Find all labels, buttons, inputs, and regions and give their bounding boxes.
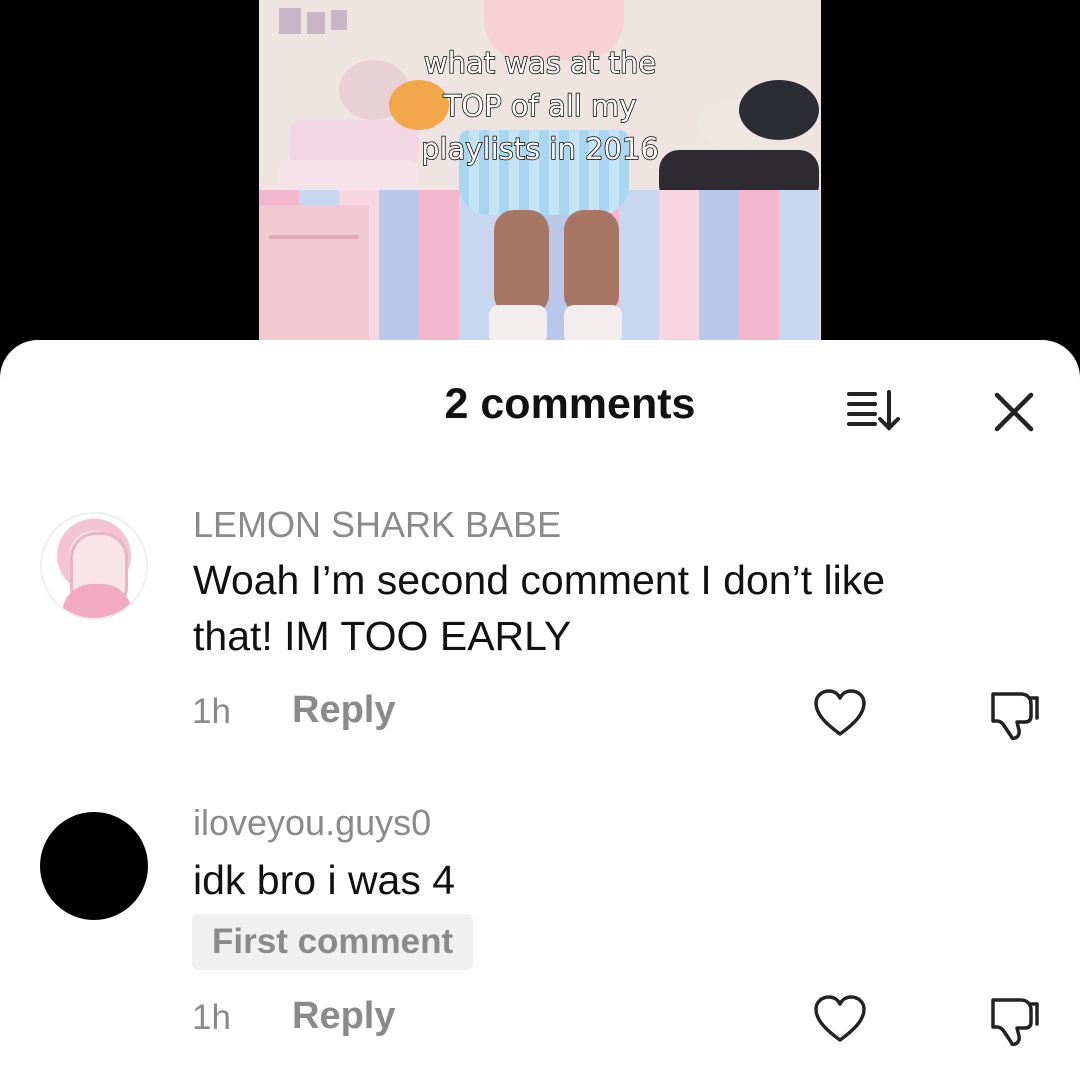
comment-item: iloveyou.guys0 idk bro i was 4 First com… — [0, 802, 1080, 1072]
comment-timestamp: 1h — [192, 998, 231, 1037]
app-root: what was at the TOP of all my playlists … — [0, 0, 1080, 1081]
first-comment-badge: First comment — [192, 914, 474, 970]
heart-icon[interactable] — [812, 994, 868, 1046]
comment-text-line: that! IM TOO EARLY — [193, 613, 572, 659]
wall-poster — [331, 10, 347, 30]
comments-title: 2 comments — [444, 380, 696, 428]
heart-icon[interactable] — [812, 688, 868, 740]
reply-button[interactable]: Reply — [292, 689, 395, 732]
thumbs-down-icon[interactable] — [985, 686, 1041, 742]
comment-item: LEMON SHARK BABE Woah I’m second comment… — [0, 500, 1080, 750]
person-sock — [489, 305, 547, 345]
thumbs-down-icon[interactable] — [985, 992, 1041, 1048]
person-leg — [494, 210, 549, 315]
sort-icon[interactable] — [845, 388, 907, 434]
caption-line: TOP of all my — [443, 88, 637, 124]
reply-button[interactable]: Reply — [292, 995, 395, 1038]
avatar[interactable] — [40, 512, 148, 620]
person-sock — [564, 305, 622, 345]
comment-text: Woah I’m second comment I don’t like tha… — [193, 552, 1033, 664]
avatar[interactable] — [40, 812, 148, 920]
comment-username[interactable]: LEMON SHARK BABE — [193, 504, 561, 546]
comment-text-line: idk bro i was 4 — [193, 857, 456, 903]
wall-poster — [307, 12, 325, 34]
wall-poster — [279, 8, 301, 34]
video-preview[interactable]: what was at the TOP of all my playlists … — [259, 0, 821, 345]
dresser — [259, 205, 369, 345]
comment-username[interactable]: iloveyou.guys0 — [193, 802, 431, 844]
caption-line: what was at the — [423, 45, 657, 81]
comment-text-line: Woah I’m second comment I don’t like — [193, 557, 885, 603]
caption-line: playlists in 2016 — [420, 131, 659, 167]
close-icon[interactable] — [990, 390, 1038, 434]
comment-text: idk bro i was 4 — [193, 852, 1033, 908]
comments-sheet: 2 comments LEMON SHARK BABE Woah I’m sec… — [0, 340, 1080, 1081]
video-caption: what was at the TOP of all my playlists … — [259, 42, 821, 171]
comment-timestamp: 1h — [192, 692, 231, 731]
person-leg — [564, 210, 619, 315]
